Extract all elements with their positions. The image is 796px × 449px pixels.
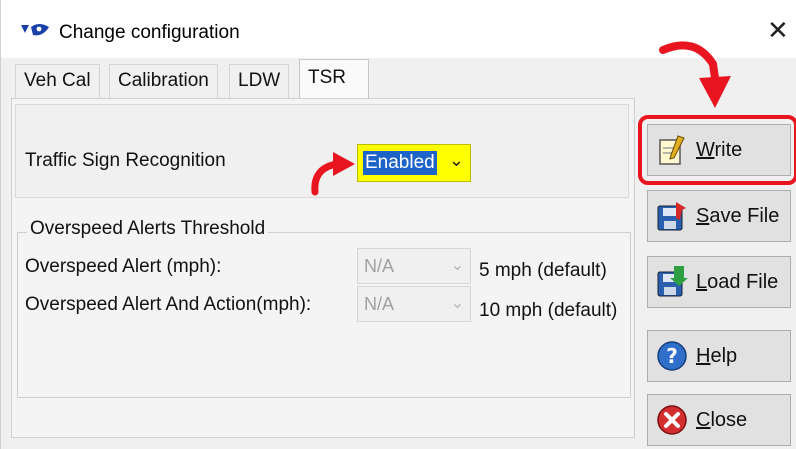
chevron-down-icon: ⌄ [450,257,464,274]
overspeed-alert-action-select[interactable]: N/A ⌄ [357,286,471,322]
chevron-down-icon: ⌄ [448,150,464,170]
overspeed-alert-action-value: N/A [364,294,395,314]
overspeed-group-title: Overspeed Alerts Threshold [27,218,269,240]
tab-veh-cal[interactable]: Veh Cal [15,64,100,98]
annotation-arrow-write-icon [659,41,731,108]
overspeed-alert-default: 5 mph (default) [479,260,607,281]
svg-text:?: ? [666,344,678,368]
tab-ldw[interactable]: LDW [229,64,290,98]
load-file-button-label: Load File [696,271,779,293]
save-file-button-label: Save File [696,205,780,227]
save-file-button[interactable]: Save File [647,190,791,242]
help-button-label: Help [696,345,738,367]
help-button[interactable]: ? Help [647,330,791,382]
tab-tsr[interactable]: TSR [299,59,369,99]
tsr-dropdown-value: Enabled [363,151,437,175]
save-disk-icon [657,202,686,231]
tsr-dropdown[interactable]: Enabled ⌄ [357,144,471,182]
close-button[interactable]: Close [647,394,791,446]
load-file-button[interactable]: Load File [647,256,791,308]
window-title: Change configuration [59,22,240,43]
write-highlight-box [638,115,796,185]
help-question-icon: ? [657,341,687,371]
app-logo-icon [21,24,49,36]
load-disk-icon [657,266,688,297]
close-button-label: Close [696,409,748,431]
window-close-icon[interactable]: ✕ [767,16,789,44]
dialog-window: Change configuration ✕ Veh Cal Calibrati… [0,0,796,449]
close-x-icon [657,405,687,435]
tab-calibration[interactable]: Calibration [109,64,218,98]
overspeed-alert-label: Overspeed Alert (mph): [25,256,222,277]
overspeed-alert-select[interactable]: N/A ⌄ [357,248,471,284]
chevron-down-icon: ⌄ [450,295,464,312]
overspeed-alert-action-label: Overspeed Alert And Action(mph): [25,294,312,315]
tsr-label: Traffic Sign Recognition [25,150,226,171]
overspeed-alert-value: N/A [364,256,395,276]
annotation-arrow-dropdown-icon [311,152,355,196]
overspeed-alert-action-default: 10 mph (default) [479,300,618,321]
